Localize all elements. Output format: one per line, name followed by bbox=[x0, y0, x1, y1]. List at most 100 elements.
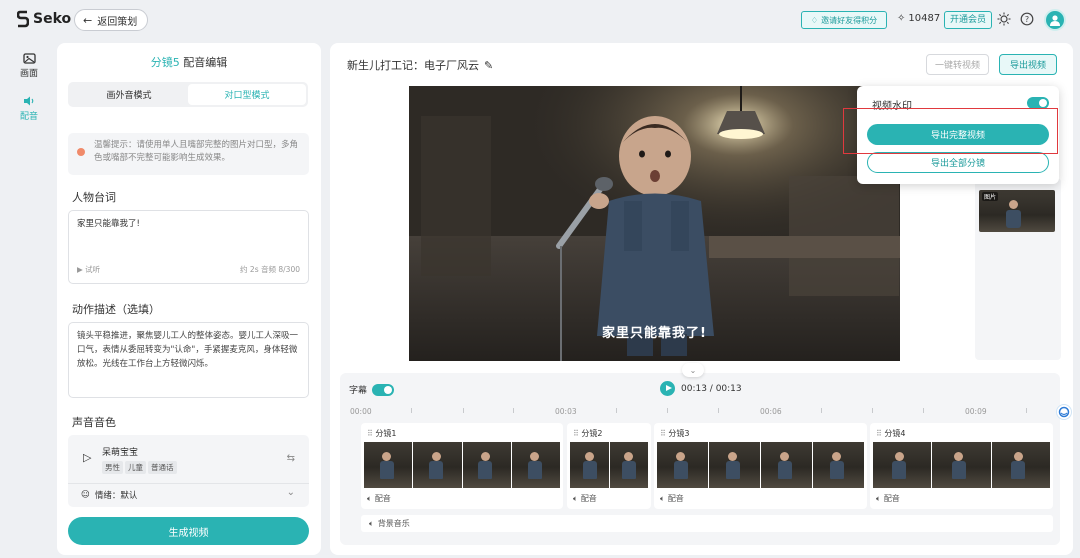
clip-frame bbox=[657, 442, 708, 488]
video-preview[interactable]: 家里只能靠我了! bbox=[409, 86, 900, 361]
chevron-down-icon[interactable]: ⌄ bbox=[287, 487, 295, 498]
side-thumbnail-panel: 图片 bbox=[975, 178, 1061, 360]
ruler-label: 00:06 bbox=[760, 407, 782, 416]
clip-frame bbox=[511, 442, 560, 488]
emotion-select[interactable]: ☺ 情绪：默认 bbox=[81, 489, 137, 501]
ruler-tick bbox=[667, 408, 668, 413]
clip-frames bbox=[570, 442, 648, 488]
music-icon: 🔈︎ bbox=[369, 518, 374, 528]
panel-title: 分镜5 配音编辑 bbox=[57, 54, 321, 70]
thumbnail[interactable]: 图片 bbox=[979, 190, 1055, 232]
voice-tag: 男性 bbox=[102, 461, 123, 474]
nav-item-dubbing[interactable]: 配音 bbox=[8, 95, 50, 122]
clip-frame bbox=[709, 442, 760, 488]
speaker-icon: 🔈︎ bbox=[660, 493, 665, 503]
clip-audio-label: 配音 bbox=[667, 494, 684, 503]
lines-textarea[interactable]: 家里只能靠我了! ▶ 试听 约 2s 音频 8/300 bbox=[68, 210, 309, 284]
collapse-timeline-button[interactable]: ⌄ bbox=[682, 363, 704, 377]
member-button[interactable]: 开通会员 bbox=[944, 11, 993, 29]
ruler-tick bbox=[821, 408, 822, 413]
voice-name: 呆萌宝宝 bbox=[102, 448, 139, 458]
tab-voiceover-mode[interactable]: 画外音模式 bbox=[70, 84, 188, 105]
ruler-tick bbox=[872, 408, 873, 413]
drag-handle-icon[interactable]: ⠿ bbox=[573, 429, 579, 438]
voice-tag: 普通话 bbox=[148, 461, 177, 474]
clip-frame bbox=[364, 442, 413, 488]
assistant-float-button[interactable] bbox=[1056, 404, 1072, 420]
export-video-button[interactable]: 导出视频 bbox=[999, 54, 1058, 75]
ruler-label: 00:00 bbox=[350, 407, 372, 416]
swap-icon[interactable]: ⇆ bbox=[287, 453, 295, 464]
clip-frame bbox=[761, 442, 812, 488]
logo[interactable]: Seko bbox=[17, 10, 71, 28]
voice-card[interactable]: ▷ 呆萌宝宝 男性 儿童 普通话 ⇆ ☺ 情绪：默认 ⌄ bbox=[68, 435, 309, 507]
points-display[interactable]: ✧ 10487 bbox=[897, 13, 940, 24]
clip-title: 分镜2 bbox=[581, 429, 603, 438]
invite-button[interactable]: ♢ 邀请好友得积分 bbox=[801, 11, 887, 29]
edit-icon[interactable]: ✎ bbox=[484, 59, 493, 72]
clip-frame bbox=[609, 442, 648, 488]
preview-button[interactable]: ▶ 试听 bbox=[77, 263, 100, 277]
user-icon bbox=[1050, 15, 1060, 26]
logo-text: Seko bbox=[33, 11, 72, 27]
clip-audio[interactable]: 🔈︎ 配音 bbox=[367, 493, 391, 504]
clip-audio-label: 配音 bbox=[374, 494, 391, 503]
background-music-track[interactable]: 🔈︎ 背景音乐 bbox=[361, 515, 1053, 532]
drag-handle-icon[interactable]: ⠿ bbox=[876, 429, 882, 438]
invite-label: 邀请好友得积分 bbox=[821, 15, 878, 25]
back-label: 返回策划 bbox=[97, 16, 138, 28]
speaker-icon: 🔈︎ bbox=[573, 493, 578, 503]
preview-label: 试听 bbox=[85, 265, 101, 274]
help-icon[interactable]: ? bbox=[1020, 12, 1034, 26]
avatar[interactable] bbox=[1044, 9, 1066, 31]
tab-lipsync-mode[interactable]: 对口型模式 bbox=[188, 84, 306, 105]
ruler-tick bbox=[411, 408, 412, 413]
clip-frame bbox=[932, 442, 991, 488]
drag-handle-icon[interactable]: ⠿ bbox=[660, 429, 666, 438]
thumbnail-badge: 图片 bbox=[982, 192, 999, 201]
thumbnail-figure bbox=[1006, 210, 1021, 228]
emotion-label: 情绪：默认 bbox=[94, 491, 138, 501]
lines-meta: 约 2s 音频 8/300 bbox=[240, 265, 300, 274]
assistant-icon bbox=[1058, 406, 1070, 418]
clip-frame bbox=[873, 442, 932, 488]
drag-handle-icon[interactable]: ⠿ bbox=[367, 429, 373, 438]
clip-frame bbox=[991, 442, 1050, 488]
nav-item-image[interactable]: 画面 bbox=[8, 52, 50, 79]
clip-audio-label: 配音 bbox=[580, 494, 597, 503]
mode-switch: 画外音模式 对口型模式 bbox=[68, 82, 308, 107]
warning-icon bbox=[77, 148, 85, 156]
play-button[interactable] bbox=[660, 381, 675, 396]
video-subtitle: 家里只能靠我了! bbox=[602, 326, 707, 341]
points-icon: ✧ bbox=[897, 13, 906, 24]
timeline-clip[interactable]: ⠿ 分镜4 🔈︎ 配音 bbox=[870, 423, 1053, 509]
clip-audio[interactable]: 🔈︎ 配音 bbox=[876, 493, 900, 504]
sun-icon[interactable] bbox=[997, 12, 1011, 26]
speaker-icon: 🔈︎ bbox=[367, 493, 372, 503]
subtitle-toggle-group: 字幕 bbox=[349, 383, 395, 396]
generate-video-button[interactable]: 生成视频 bbox=[68, 517, 309, 545]
back-button[interactable]: ← 返回策划 bbox=[74, 9, 149, 31]
points-value: 10487 bbox=[908, 13, 941, 24]
subtitle-toggle[interactable] bbox=[372, 383, 395, 396]
clip-frame bbox=[570, 442, 609, 488]
clip-audio[interactable]: 🔈︎ 配音 bbox=[573, 493, 597, 504]
voice-play-icon[interactable]: ▷ bbox=[83, 451, 91, 464]
one-click-video-button[interactable]: 一键转视频 bbox=[926, 54, 990, 75]
clip-audio[interactable]: 🔈︎ 配音 bbox=[660, 493, 684, 504]
action-textarea[interactable]: 镜头平稳推进，聚焦婴儿工人的整体姿态。婴儿工人深吸一口气，表情从委屈转变为"认命… bbox=[68, 322, 309, 398]
video-frame-image bbox=[409, 86, 900, 361]
nav-label-dubbing: 配音 bbox=[19, 112, 38, 122]
timeline-clip[interactable]: ⠿ 分镜3 🔈︎ 配音 bbox=[654, 423, 867, 509]
timeline-clip[interactable]: ⠿ 分镜1 🔈︎ 配音 bbox=[361, 423, 563, 509]
seko-logo-icon bbox=[17, 10, 29, 28]
speaker-icon: 🔈︎ bbox=[876, 493, 881, 503]
ruler-tick bbox=[616, 408, 617, 413]
ruler-tick bbox=[718, 408, 719, 413]
clip-frame bbox=[813, 442, 864, 488]
export-all-shots-button[interactable]: 导出全部分镜 bbox=[867, 152, 1049, 173]
left-nav: 画面 配音 bbox=[8, 52, 50, 136]
clip-frames bbox=[364, 442, 560, 488]
ruler-tick bbox=[513, 408, 514, 413]
timeline-clip[interactable]: ⠿ 分镜2 🔈︎ 配音 bbox=[567, 423, 651, 509]
